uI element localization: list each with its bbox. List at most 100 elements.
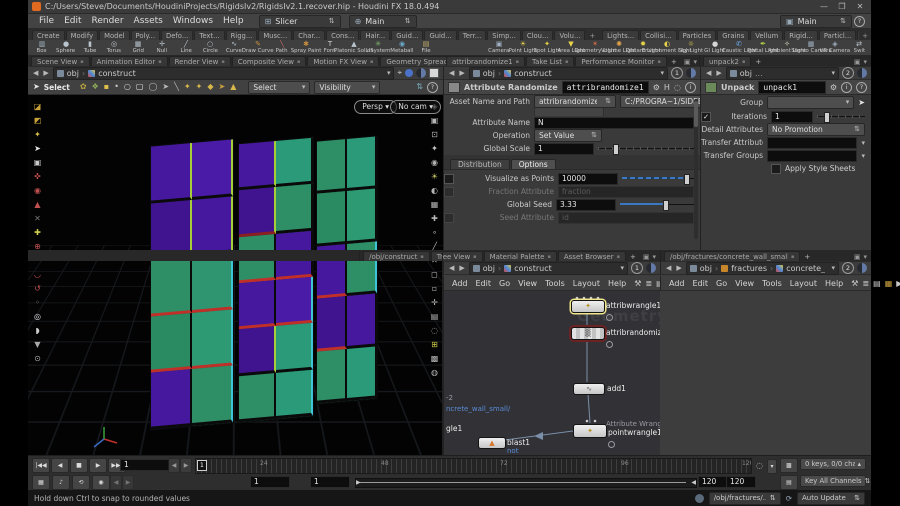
- info-icon[interactable]: i: [841, 81, 852, 93]
- select-tool-label[interactable]: Select: [44, 83, 70, 92]
- maximize-button[interactable]: ❐: [835, 2, 849, 11]
- link-badge[interactable]: 2: [842, 67, 854, 79]
- range-right-handle[interactable]: ◀: [691, 479, 696, 487]
- sync-icon[interactable]: [686, 68, 696, 78]
- node-name-field[interactable]: unpack1: [758, 80, 826, 94]
- viewport-toolbar-icon[interactable]: ✦: [184, 83, 191, 91]
- shelf-tool[interactable]: ✱ Spray Paint: [291, 41, 322, 54]
- viewport-tool-icon[interactable]: ⊙: [32, 353, 44, 364]
- tile-wall-2[interactable]: [238, 136, 314, 424]
- select-arrow-icon[interactable]: ➤: [33, 83, 40, 91]
- back-icon[interactable]: ◀: [448, 69, 455, 77]
- network-editor-construct[interactable]: Geometry ✦ attribwrangle1 ▒ attribrandom…: [443, 291, 660, 455]
- radial-menu-selector[interactable]: ⊕ Main ⇅: [348, 14, 417, 28]
- global-scale-slider[interactable]: [598, 144, 694, 155]
- fraction-checkbox[interactable]: [444, 186, 454, 197]
- refresh-icon[interactable]: ⟳: [786, 494, 792, 503]
- minimize-button[interactable]: —: [817, 2, 831, 11]
- shelf-tool[interactable]: ✦ Spot Light: [533, 41, 560, 54]
- select-mode-dropdown[interactable]: Select ▾: [248, 80, 311, 94]
- viewport-toolbar-icon[interactable]: •: [114, 83, 119, 91]
- network-menu-item[interactable]: Tools: [762, 279, 782, 288]
- current-network-dropdown[interactable]: /obj/fractures/... ⇅: [708, 491, 781, 505]
- tree-icon[interactable]: ≣: [862, 279, 869, 288]
- viewport-tool-icon[interactable]: ➤: [32, 143, 44, 154]
- wall-tile[interactable]: [317, 348, 347, 404]
- viewport-toolbar-icon[interactable]: ➤: [162, 83, 169, 91]
- visualize-checkbox[interactable]: [444, 173, 454, 184]
- viewport-tool-icon[interactable]: ◩: [32, 115, 44, 126]
- wall-tile[interactable]: [347, 345, 377, 401]
- node-pointwrangle1[interactable]: ✦: [573, 424, 607, 438]
- tile-wall-3[interactable]: [316, 135, 378, 405]
- attribute-name-field[interactable]: N: [534, 116, 694, 129]
- info-icon[interactable]: i: [684, 81, 696, 93]
- visualize-field[interactable]: 10000: [558, 172, 618, 185]
- back-icon[interactable]: ◀: [32, 69, 39, 77]
- seed-attr-field[interactable]: id: [558, 211, 694, 224]
- shelf-tab[interactable]: Guid...: [424, 30, 457, 40]
- node-label[interactable]: pointwrangle1: [608, 428, 660, 437]
- wall-tile[interactable]: [317, 139, 347, 195]
- range-left-handle[interactable]: ▶: [356, 479, 361, 487]
- viewport-tool-icon[interactable]: ▲: [32, 199, 44, 210]
- iterations-slider[interactable]: [817, 112, 865, 123]
- magnify-icon[interactable]: ◌: [674, 83, 681, 92]
- network-menu-item[interactable]: Layout: [573, 279, 600, 288]
- forward-icon[interactable]: ▶: [715, 69, 722, 77]
- viewport-tool-icon[interactable]: ✚: [32, 227, 44, 238]
- shelf-tool[interactable]: ✳ L-System: [365, 41, 390, 54]
- shelf-tool[interactable]: ✛ Null: [150, 41, 174, 54]
- pane-tab[interactable]: Scene View ▪: [31, 56, 90, 66]
- network-menu-item[interactable]: Edit: [476, 279, 492, 288]
- wall-tile[interactable]: [192, 252, 233, 313]
- bookmark-icon[interactable]: H: [664, 83, 670, 92]
- wall-tile[interactable]: [347, 188, 377, 244]
- menu-item[interactable]: Render: [87, 16, 129, 26]
- shelf-tab[interactable]: Volu...: [554, 30, 586, 40]
- pane-tab[interactable]: Tree View ▪: [430, 251, 483, 261]
- pane-swap-icon[interactable]: [429, 68, 439, 78]
- keyframe-view-icon[interactable]: ▩: [780, 458, 798, 473]
- menu-item[interactable]: Windows: [168, 16, 218, 26]
- wall-tile[interactable]: [239, 372, 276, 423]
- pane-menu-icon[interactable]: ▾: [863, 58, 867, 66]
- network-menu-item[interactable]: View: [735, 279, 754, 288]
- wall-tile[interactable]: [239, 187, 276, 237]
- wall-tile[interactable]: [192, 365, 233, 426]
- link-badge[interactable]: 1: [671, 67, 683, 79]
- wall-tile[interactable]: [276, 323, 313, 373]
- shelf-tab[interactable]: Terr...: [457, 30, 487, 40]
- viewport-tool-icon[interactable]: ✦: [32, 129, 44, 140]
- pane-tab[interactable]: Motion FX View ▪: [307, 56, 380, 66]
- viewport-toolbar-icon[interactable]: ❖: [92, 83, 99, 91]
- shelf-tab[interactable]: Rigg...: [225, 30, 258, 40]
- shelf-tool[interactable]: ◈ VR Camera: [820, 41, 850, 54]
- viewport-toolbar-icon[interactable]: ▲: [230, 83, 236, 91]
- playback-option-button[interactable]: ▦: [32, 475, 50, 490]
- viewport-tool-icon[interactable]: ◡: [32, 269, 44, 280]
- tree-icon[interactable]: ≣: [645, 279, 652, 288]
- wall-tile[interactable]: [239, 279, 276, 330]
- visualize-slider[interactable]: [622, 174, 694, 185]
- network-menu-item[interactable]: Edit: [693, 279, 709, 288]
- viewport-tool-icon[interactable]: ↺: [32, 283, 44, 294]
- viewport-display-icon[interactable]: ▣: [429, 115, 441, 126]
- play-icon[interactable]: ▶: [896, 279, 900, 288]
- shelf-tool[interactable]: ▣ Camera: [487, 41, 511, 54]
- iterations-checkbox[interactable]: ✓: [701, 111, 711, 122]
- viewport-display-icon[interactable]: ∘: [429, 227, 441, 238]
- shelf-tab[interactable]: Modify: [65, 30, 99, 40]
- shelf-tool[interactable]: ◐ Environment Light: [642, 41, 692, 54]
- viewport-toolbar-icon[interactable]: ○: [124, 83, 131, 91]
- shelf-tab[interactable]: Rigid...: [784, 30, 818, 40]
- viewport-tool-icon[interactable]: ◦: [32, 297, 44, 308]
- pane-tab[interactable]: Asset Browser ▪: [557, 251, 626, 261]
- global-seed-slider[interactable]: [620, 200, 694, 211]
- transfer-attributes-field[interactable]: [767, 136, 858, 149]
- pane-tab[interactable]: Animation Editor ▪: [90, 56, 168, 66]
- desktop-selector[interactable]: ⊞ Slicer ⇅: [258, 14, 341, 28]
- gear-icon[interactable]: ⚙: [830, 83, 837, 92]
- wall-tile[interactable]: [347, 293, 377, 349]
- viewport-display-icon[interactable]: ▤: [429, 311, 441, 322]
